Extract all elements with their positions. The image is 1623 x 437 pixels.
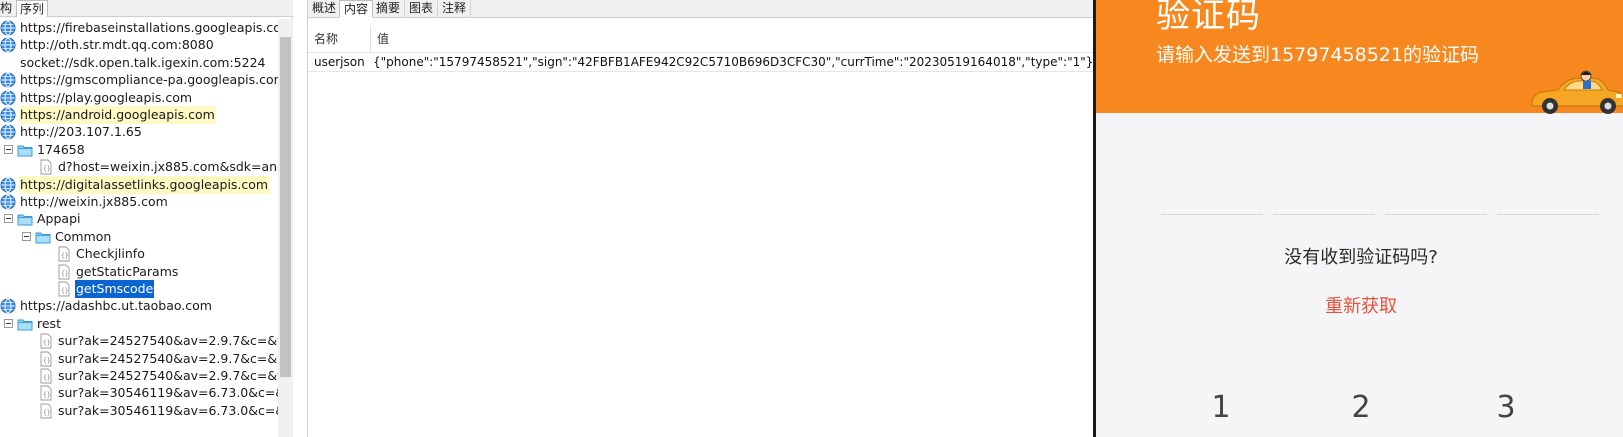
tree-scrollbar-thumb[interactable] — [280, 37, 291, 377]
tree-item-label: https://firebaseinstallations.googleapis… — [20, 20, 278, 35]
tree-item-label: https://android.googleapis.com — [19, 106, 216, 124]
tree-item-label: Common — [55, 228, 112, 244]
tree-item-label: rest — [37, 315, 61, 331]
json-file-icon: {} — [38, 368, 54, 384]
globe-icon — [0, 20, 16, 36]
json-file-icon: {} — [38, 159, 54, 175]
svg-text:{}: {} — [43, 392, 51, 399]
keypad-key-1[interactable]: 1 — [1191, 390, 1251, 425]
json-file-icon: {} — [56, 264, 72, 280]
globe-icon — [0, 177, 16, 193]
otp-digit-slot[interactable] — [1161, 214, 1263, 215]
svg-text:{}: {} — [43, 409, 51, 416]
phone-screen: 验证码 请输入发送到15797458521的验证码 没有收到验证码吗? 重新获取… — [1093, 0, 1623, 437]
collapse-toggle-icon[interactable] — [22, 231, 31, 241]
tree-item-label: 174658 — [37, 141, 85, 157]
svg-text:{}: {} — [61, 253, 69, 260]
folder-icon — [35, 229, 51, 245]
folder-icon — [17, 211, 33, 227]
tree-item-label: sur?ak=24527540&av=2.9.7&c=&v=3. — [58, 333, 278, 349]
tab-structure[interactable]: 构 — [0, 0, 15, 17]
tab-sequence[interactable]: 序列 — [16, 0, 49, 17]
request-inspector: 概述 内容 摘要 图表 注释 名称 值 userjson {"phone":"1… — [307, 0, 1094, 437]
tree-item-label: sur?ak=24527540&av=2.9.7&c=&v=3. — [58, 350, 278, 366]
page-title: 验证码 — [1156, 0, 1261, 36]
tab-overview[interactable]: 概述 — [308, 0, 342, 18]
globe-icon — [0, 72, 16, 88]
globe-icon — [0, 298, 16, 314]
tree-item-label: http://203.107.1.65 — [20, 124, 142, 140]
tab-summary[interactable]: 摘要 — [372, 0, 406, 18]
globe-icon — [0, 90, 16, 106]
no-code-text: 没有收到验证码吗? — [1284, 247, 1438, 268]
otp-input[interactable] — [1161, 214, 1601, 216]
json-file-icon: {} — [38, 351, 54, 367]
folder-icon — [17, 142, 33, 158]
session-tree-panel: 构 序列 https://firebaseinstallations.googl… — [0, 0, 293, 437]
tree-item-label: sur?ak=30546119&av=6.73.0&c=&v=3 — [58, 402, 278, 418]
tree-item-label: Checkjlinfo — [76, 246, 145, 262]
tree-item-label: sur?ak=24527540&av=2.9.7&c=&v=3. — [58, 368, 278, 383]
svg-text:{}: {} — [43, 357, 51, 364]
collapse-toggle-icon[interactable] — [4, 318, 13, 328]
tree-item-label: https://adashbc.ut.taobao.com — [20, 298, 212, 314]
keypad-key-3[interactable]: 3 — [1476, 390, 1536, 425]
column-header-value[interactable]: 值 — [377, 26, 389, 52]
tree-item-label: http://oth.str.mdt.qq.com:8080 — [20, 37, 214, 53]
globe-icon — [0, 194, 16, 210]
param-value-cell[interactable]: {"phone":"15797458521","sign":"42FBFB1AF… — [373, 53, 1093, 71]
folder-icon — [17, 316, 33, 332]
inspector-tab-bar: 概述 内容 摘要 图表 注释 — [308, 0, 1094, 18]
left-tab-bar: 构 序列 — [0, 0, 293, 17]
column-divider[interactable] — [370, 26, 371, 52]
svg-text:{}: {} — [43, 166, 51, 173]
tree-scrollbar[interactable] — [278, 19, 293, 437]
globe-icon — [0, 124, 16, 140]
tab-chart[interactable]: 图表 — [405, 0, 439, 18]
tree-item-label: https://play.googleapis.com — [20, 89, 193, 105]
session-tree: https://firebaseinstallations.googleapis… — [0, 19, 278, 437]
tab-content[interactable]: 内容 — [339, 0, 374, 18]
collapse-toggle-icon[interactable] — [4, 214, 13, 224]
car-illustration-icon — [1531, 70, 1623, 114]
tree-item-label: d?host=weixin.jx885.com&sdk=androi — [58, 159, 278, 175]
tree-item-label: https://digitalassetlinks.googleapis.com — [19, 175, 270, 194]
tree-item-label: socket://sdk.open.talk.igexin.com:5224 — [20, 54, 266, 70]
globe-icon — [0, 107, 16, 123]
tree-item-label: https://gmscompliance-pa.googleapis.com — [20, 72, 278, 88]
otp-digit-slot[interactable] — [1385, 214, 1487, 215]
json-file-icon: {} — [56, 281, 72, 297]
svg-text:{}: {} — [61, 288, 69, 295]
tree-item-label: http://weixin.jx885.com — [20, 194, 168, 209]
otp-digit-slot[interactable] — [1273, 214, 1375, 215]
svg-text:{}: {} — [61, 270, 69, 277]
otp-digit-slot[interactable] — [1497, 214, 1599, 215]
param-name-cell[interactable]: userjson — [314, 53, 365, 71]
column-header-name[interactable]: 名称 — [314, 26, 338, 52]
resend-code-link[interactable]: 重新获取 — [1096, 292, 1623, 318]
svg-text:{}: {} — [43, 375, 51, 382]
globe-icon — [0, 37, 16, 53]
svg-text:{}: {} — [43, 340, 51, 347]
tree-item-label: getStaticParams — [76, 263, 179, 279]
tree-item-label: getSmscode — [75, 280, 155, 298]
json-file-icon: {} — [38, 333, 54, 349]
verification-header: 验证码 请输入发送到15797458521的验证码 — [1096, 0, 1623, 114]
json-file-icon: {} — [56, 246, 72, 262]
tab-notes[interactable]: 注释 — [438, 0, 472, 18]
tree-item-label: Appapi — [37, 211, 81, 227]
collapse-toggle-icon[interactable] — [4, 144, 13, 154]
keypad-key-2[interactable]: 2 — [1331, 390, 1391, 425]
row-divider — [308, 71, 1094, 72]
json-file-icon: {} — [38, 385, 54, 401]
json-file-icon: {} — [38, 403, 54, 419]
page-subtitle: 请输入发送到15797458521的验证码 — [1156, 44, 1479, 66]
tree-item-label: sur?ak=30546119&av=6.73.0&c=&v=3 — [58, 385, 278, 401]
